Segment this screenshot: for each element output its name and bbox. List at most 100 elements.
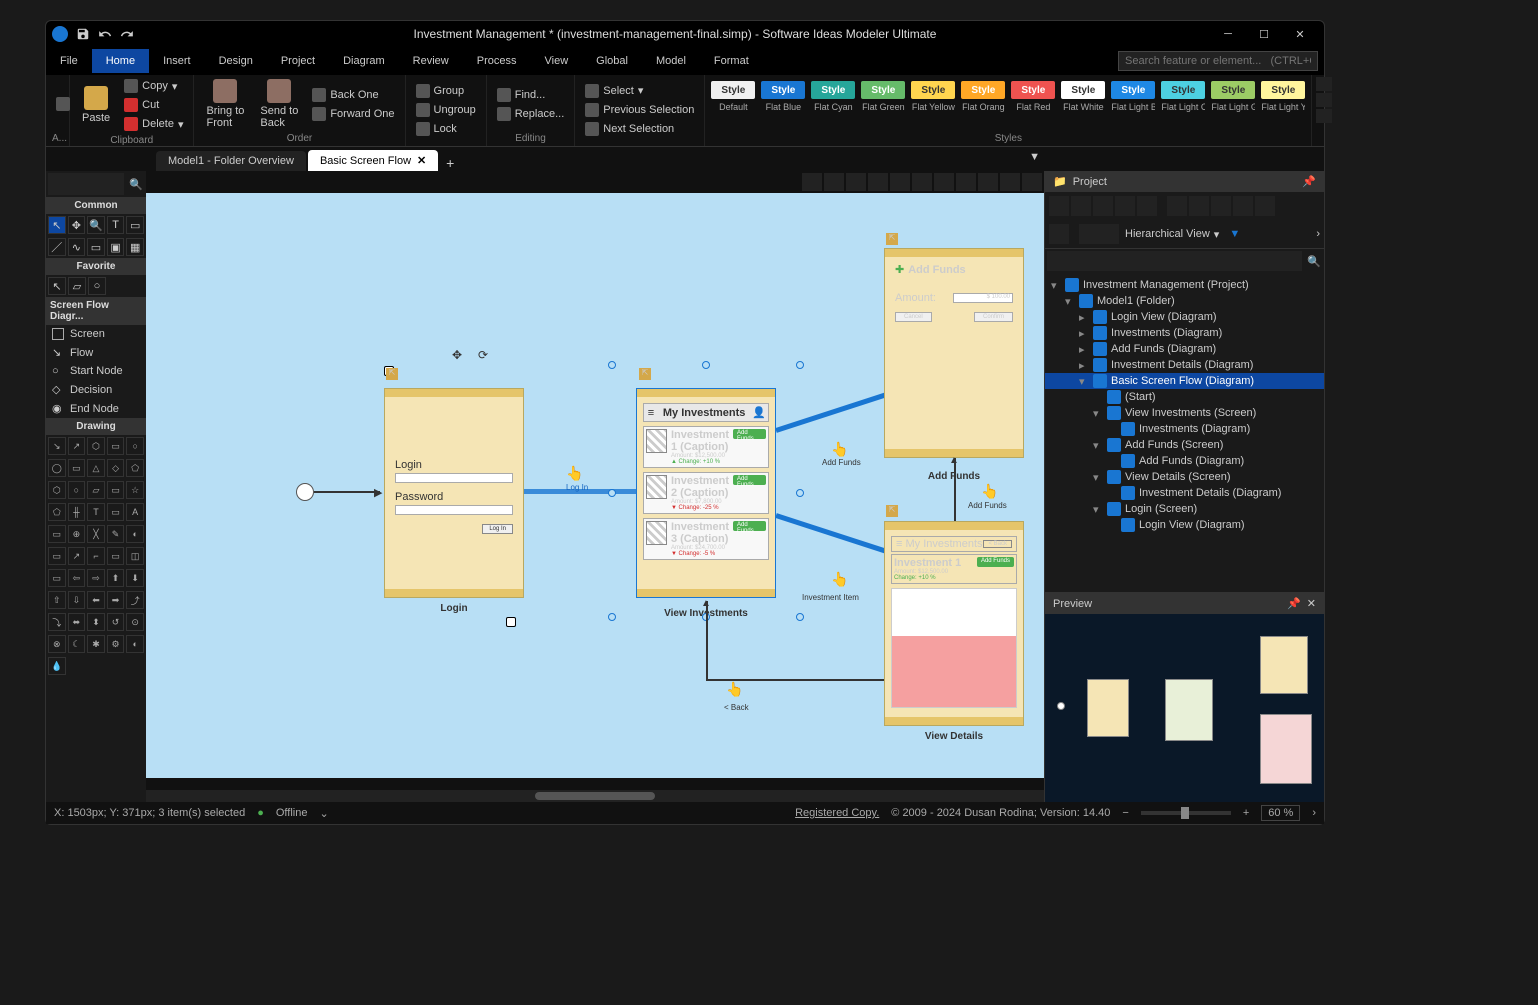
rp-btn[interactable] (1049, 224, 1069, 244)
ts-btn[interactable] (1022, 173, 1042, 191)
zoom-slider[interactable] (1141, 811, 1231, 815)
tool-zoom[interactable]: 🔍 (87, 216, 105, 234)
ts-btn[interactable] (1000, 173, 1020, 191)
ts-btn[interactable] (824, 173, 844, 191)
ts-btn[interactable] (846, 173, 866, 191)
project-search[interactable] (1047, 251, 1302, 271)
tab-folder-overview[interactable]: Model1 - Folder Overview (156, 151, 306, 171)
style-swatch[interactable]: Style (1111, 81, 1155, 99)
link-badge-icon[interactable]: ⇱ (386, 368, 398, 380)
drawing-tool[interactable]: ⬠ (48, 503, 66, 521)
zoom-in-button[interactable]: + (1243, 807, 1249, 819)
find-button[interactable]: Find... (493, 86, 569, 104)
drawing-tool[interactable]: ⚙ (107, 635, 125, 653)
tree-node[interactable]: ▾Add Funds (Screen) (1045, 437, 1324, 453)
chevron-right-icon[interactable]: › (1312, 807, 1316, 819)
tree-node[interactable]: ▸Investments (Diagram) (1045, 325, 1324, 341)
drawing-tool[interactable]: ○ (126, 437, 144, 455)
drawing-tool[interactable]: ⤵ (48, 613, 66, 631)
tree-node[interactable]: ▸Investment Details (Diagram) (1045, 357, 1324, 373)
tree-node[interactable]: Add Funds (Diagram) (1045, 453, 1324, 469)
group-button[interactable]: Group (412, 82, 480, 100)
minimize-button[interactable]: ─ (1210, 21, 1246, 47)
pin-icon[interactable]: 📌 (1302, 175, 1316, 188)
drawing-tool[interactable]: ▭ (107, 547, 125, 565)
menu-global[interactable]: Global (582, 49, 642, 73)
tree-node[interactable]: ▸Login View (Diagram) (1045, 309, 1324, 325)
preview-canvas[interactable] (1045, 614, 1324, 802)
tree-node[interactable]: Investment Details (Diagram) (1045, 485, 1324, 501)
filter-icon[interactable]: ▼ (1229, 228, 1240, 240)
rp-btn[interactable] (1079, 224, 1099, 244)
drawing-tool[interactable]: ⌐ (87, 547, 105, 565)
tool-start-node[interactable]: ○Start Node (46, 362, 146, 380)
rp-btn[interactable] (1115, 196, 1135, 216)
drawing-tool[interactable]: ⬡ (48, 481, 66, 499)
chevron-down-icon[interactable]: ⌄ (319, 807, 328, 820)
prev-selection-button[interactable]: Previous Selection (581, 101, 698, 119)
cut-button[interactable]: Cut (120, 96, 187, 114)
fav-tool-1[interactable]: ↖ (48, 277, 66, 295)
screen-add-funds[interactable]: ✚Add Funds Amount:$ 100.00 CancelConfirm (884, 248, 1024, 458)
drawing-tool[interactable]: ◐ (126, 525, 144, 543)
menu-format[interactable]: Format (700, 49, 763, 73)
ribbon-extra-icon[interactable] (1316, 77, 1332, 91)
drawing-tool[interactable]: ◯ (48, 459, 66, 477)
ribbon-extra-icon[interactable] (1316, 93, 1332, 107)
tool-end-node[interactable]: ◉End Node (46, 399, 146, 418)
forward-one-button[interactable]: Forward One (308, 105, 398, 123)
tool-screen[interactable]: Screen (46, 325, 146, 343)
tree-node[interactable]: (Start) (1045, 389, 1324, 405)
back-one-button[interactable]: Back One (308, 86, 398, 104)
ts-btn[interactable] (934, 173, 954, 191)
drawing-tool[interactable]: A (126, 503, 144, 521)
bring-to-front-button[interactable]: Bring to Front (200, 77, 250, 131)
tool-pan[interactable]: ✥ (68, 216, 86, 234)
drawing-tool[interactable]: ↺ (107, 613, 125, 631)
ts-btn[interactable] (912, 173, 932, 191)
fav-tool-3[interactable]: ○ (88, 277, 106, 295)
menu-insert[interactable]: Insert (149, 49, 205, 73)
link-badge-icon[interactable]: ⇱ (886, 233, 898, 245)
drawing-tool[interactable]: ↘ (48, 437, 66, 455)
drawing-tool[interactable]: ◇ (107, 459, 125, 477)
redo-icon[interactable] (118, 25, 136, 43)
toolbox-search[interactable] (48, 173, 124, 195)
rp-btn[interactable] (1211, 196, 1231, 216)
tool-rect[interactable]: ▭ (87, 238, 105, 256)
tree-node[interactable]: Login View (Diagram) (1045, 517, 1324, 533)
select-button[interactable]: Select ▾ (581, 82, 698, 100)
tool-text[interactable]: T (107, 216, 125, 234)
copy-button[interactable]: Copy ▾ (120, 77, 187, 95)
flow-af-details[interactable] (954, 458, 956, 521)
chevron-right-icon[interactable]: › (1316, 228, 1320, 240)
style-swatch[interactable]: Style (961, 81, 1005, 99)
tabs-dropdown-icon[interactable]: ▼ (1029, 151, 1040, 163)
save-icon[interactable] (74, 25, 92, 43)
tool-line[interactable]: ／ (48, 238, 66, 256)
style-swatch[interactable]: Style (811, 81, 855, 99)
ts-btn[interactable] (978, 173, 998, 191)
style-swatch[interactable]: Style (861, 81, 905, 99)
drawing-tool[interactable]: ➡ (107, 591, 125, 609)
drawing-tool[interactable]: ↗ (68, 437, 86, 455)
drawing-tool[interactable]: 💧 (48, 657, 66, 675)
search-input[interactable] (1118, 51, 1318, 71)
drawing-tool[interactable]: ↗ (68, 547, 86, 565)
rp-btn[interactable] (1189, 196, 1209, 216)
drawing-tool[interactable]: ☆ (126, 481, 144, 499)
menu-review[interactable]: Review (399, 49, 463, 73)
paste-button[interactable]: Paste (76, 84, 116, 126)
start-node[interactable] (296, 483, 314, 501)
screen-view-details[interactable]: ≡ My Investments< Back Investment 1Amoun… (884, 521, 1024, 726)
diagram-canvas[interactable]: ▶ Login Password Log In Login � (146, 193, 1044, 778)
flow-arrow[interactable] (314, 491, 380, 493)
menu-project[interactable]: Project (267, 49, 329, 73)
drawing-tool[interactable]: ⬅ (87, 591, 105, 609)
close-tab-icon[interactable]: ✕ (417, 154, 426, 167)
rp-btn[interactable] (1137, 196, 1157, 216)
ts-btn[interactable] (802, 173, 822, 191)
drawing-tool[interactable]: ◐ (126, 635, 144, 653)
tree-node[interactable]: Investments (Diagram) (1045, 421, 1324, 437)
search-icon[interactable]: 🔍 (126, 171, 146, 197)
